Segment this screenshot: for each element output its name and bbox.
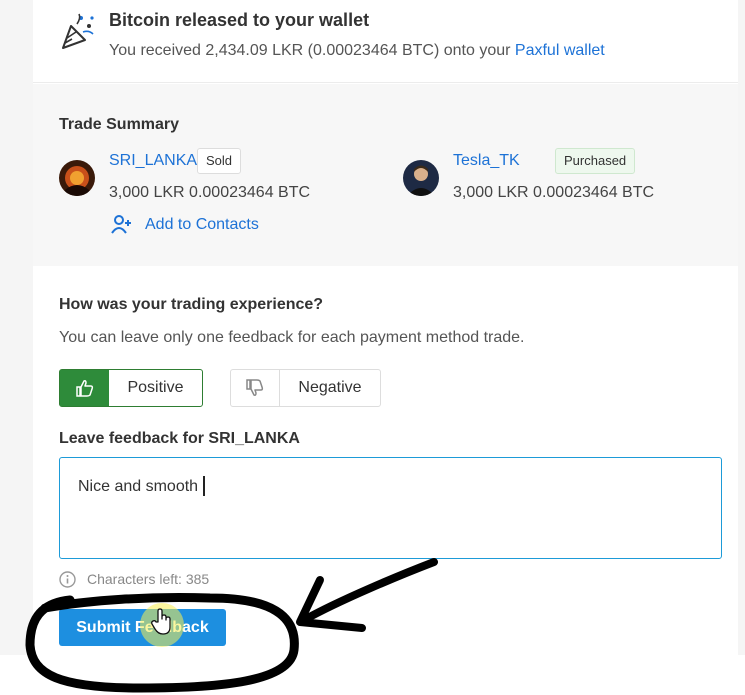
add-to-contacts-label: Add to Contacts <box>145 216 259 233</box>
feedback-textarea[interactable]: Nice and smooth <box>59 457 722 559</box>
leave-feedback-label: Leave feedback for SRI_LANKA <box>59 430 300 447</box>
positive-label: Positive <box>127 379 184 396</box>
characters-left-text: Characters left: 385 <box>87 571 210 587</box>
seller-party: SRI_LANKA Sold 3,000 LKR 0.00023464 BTC <box>59 148 359 202</box>
release-message: You received 2,434.09 LKR (0.00023464 BT… <box>109 42 605 60</box>
purchased-badge: Purchased <box>555 148 636 174</box>
seller-name-link[interactable]: SRI_LANKA <box>109 152 197 170</box>
buyer-name-link[interactable]: Tesla_TK <box>453 152 520 170</box>
negative-label: Negative <box>298 379 362 396</box>
hand-cursor-icon <box>151 608 171 635</box>
info-icon <box>59 571 76 588</box>
seller-amount: 3,000 LKR 0.00023464 BTC <box>109 184 311 201</box>
user-plus-icon <box>111 215 131 234</box>
release-message-text: You received 2,434.09 LKR (0.00023464 BT… <box>109 42 515 59</box>
thumbs-down-icon <box>231 370 280 406</box>
buyer-avatar[interactable] <box>403 160 439 196</box>
trade-summary: Trade Summary SRI_LANKA Sold 3,000 LKR 0… <box>33 84 738 266</box>
release-banner: Bitcoin released to your wallet You rece… <box>33 0 738 83</box>
page-background-right <box>738 0 745 655</box>
trade-summary-title: Trade Summary <box>59 116 180 133</box>
buyer-party: Tesla_TK Purchased 3,000 LKR 0.00023464 … <box>403 148 723 202</box>
positive-feedback-button[interactable]: Positive <box>59 369 203 407</box>
thumbs-up-icon <box>60 370 109 406</box>
release-title: Bitcoin released to your wallet <box>109 10 370 30</box>
paxful-wallet-link[interactable]: Paxful wallet <box>515 42 605 59</box>
text-caret <box>203 476 205 496</box>
sold-badge: Sold <box>197 148 242 174</box>
page-background-left <box>0 0 33 655</box>
feedback-subtext: You can leave only one feedback for each… <box>59 329 525 346</box>
trade-complete-card: Bitcoin released to your wallet You rece… <box>33 0 738 655</box>
party-popper-icon <box>62 13 94 49</box>
seller-avatar[interactable] <box>59 160 95 196</box>
feedback-question: How was your trading experience? <box>59 296 324 313</box>
buyer-amount: 3,000 LKR 0.00023464 BTC <box>453 184 655 201</box>
negative-feedback-button[interactable]: Negative <box>230 369 381 407</box>
